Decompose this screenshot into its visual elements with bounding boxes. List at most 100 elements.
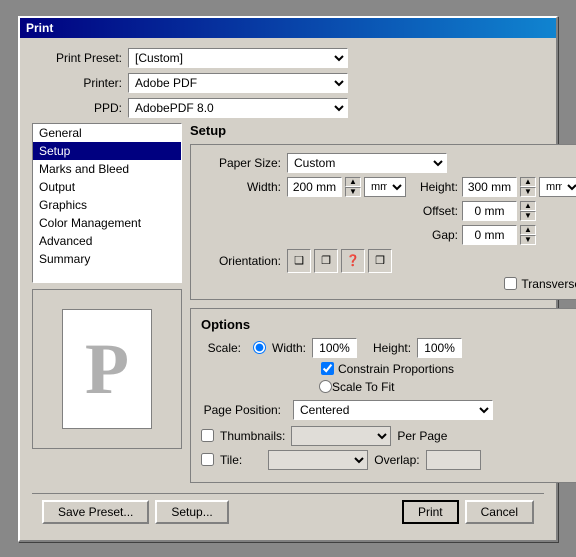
height-down-btn[interactable]: ▼ bbox=[520, 187, 536, 197]
offset-down-btn[interactable]: ▼ bbox=[520, 211, 536, 221]
scale-height-label: Height: bbox=[373, 341, 411, 355]
setup-section-title: Setup bbox=[190, 123, 576, 138]
ppd-label: PPD: bbox=[32, 101, 122, 115]
width-row: Width: ▲ ▼ mm bbox=[201, 177, 406, 197]
orientation-row: Orientation: ❑ ❐ ❓ ❒ bbox=[201, 249, 576, 273]
width-label: Width: bbox=[201, 180, 281, 194]
overlap-input[interactable] bbox=[426, 450, 481, 470]
nav-item-setup[interactable]: Setup bbox=[33, 142, 181, 160]
gap-label: Gap: bbox=[416, 228, 458, 242]
height-spin-group: ▲ ▼ mm bbox=[462, 177, 576, 197]
nav-item-graphics[interactable]: Graphics bbox=[33, 196, 181, 214]
setup-button[interactable]: Setup... bbox=[155, 500, 228, 524]
gap-row: Gap: ▲ ▼ bbox=[416, 225, 576, 245]
print-preset-select[interactable]: [Custom] bbox=[128, 48, 348, 68]
gap-up-btn[interactable]: ▲ bbox=[520, 225, 536, 235]
height-row: Height: ▲ ▼ mm bbox=[416, 177, 576, 197]
orientation-buttons: ❑ ❐ ❓ ❒ bbox=[287, 249, 392, 273]
print-button[interactable]: Print bbox=[402, 500, 459, 524]
tile-label: Tile: bbox=[220, 453, 242, 467]
orient-portrait-btn[interactable]: ❑ bbox=[287, 249, 311, 273]
tile-select[interactable] bbox=[268, 450, 368, 470]
overlap-label: Overlap: bbox=[374, 453, 419, 467]
width-radio[interactable] bbox=[253, 341, 266, 354]
options-box: Options Scale: Width: Height: Constrain … bbox=[190, 308, 576, 483]
constrain-label: Constrain Proportions bbox=[338, 362, 454, 376]
scale-width-input[interactable] bbox=[312, 338, 357, 358]
preset-row: Print Preset: [Custom] bbox=[32, 48, 544, 68]
orientation-label: Orientation: bbox=[201, 254, 281, 268]
orient-portrait-flip-btn[interactable]: ❓ bbox=[341, 249, 365, 273]
left-panel: General Setup Marks and Bleed Output Gra… bbox=[32, 123, 182, 483]
dialog-body: Print Preset: [Custom] Printer: Adobe PD… bbox=[20, 38, 556, 540]
preview-inner: P bbox=[62, 309, 152, 429]
scale-label: Scale: bbox=[201, 341, 241, 355]
gap-input[interactable] bbox=[462, 225, 517, 245]
scalefit-radio[interactable] bbox=[319, 380, 332, 393]
printer-select[interactable]: Adobe PDF bbox=[128, 73, 348, 93]
width-unit-select[interactable]: mm bbox=[364, 177, 406, 197]
printer-label: Printer: bbox=[32, 76, 122, 90]
offset-input[interactable] bbox=[462, 201, 517, 221]
width-up-btn[interactable]: ▲ bbox=[345, 177, 361, 187]
left-buttons: Save Preset... Setup... bbox=[42, 500, 229, 524]
left-dims: Width: ▲ ▼ mm bbox=[201, 177, 406, 245]
paper-size-row: Paper Size: Custom bbox=[201, 153, 576, 173]
cancel-button[interactable]: Cancel bbox=[465, 500, 534, 524]
height-label: Height: bbox=[416, 180, 458, 194]
constrain-checkbox[interactable] bbox=[321, 362, 334, 375]
ppd-row: PPD: AdobePDF 8.0 bbox=[32, 98, 544, 118]
width-spin-buttons: ▲ ▼ bbox=[345, 177, 361, 197]
nav-item-output[interactable]: Output bbox=[33, 178, 181, 196]
ppd-select[interactable]: AdobePDF 8.0 bbox=[128, 98, 348, 118]
save-preset-button[interactable]: Save Preset... bbox=[42, 500, 149, 524]
printer-row: Printer: Adobe PDF bbox=[32, 73, 544, 93]
thumbnails-select[interactable] bbox=[291, 426, 391, 446]
offset-spin-group: ▲ ▼ bbox=[462, 201, 536, 221]
setup-box: Paper Size: Custom Width: bbox=[190, 144, 576, 300]
offset-up-btn[interactable]: ▲ bbox=[520, 201, 536, 211]
button-bar: Save Preset... Setup... Print Cancel bbox=[32, 493, 544, 530]
options-title: Options bbox=[201, 317, 576, 332]
transverse-label: Transverse bbox=[521, 277, 576, 291]
height-spin-buttons: ▲ ▼ bbox=[520, 177, 536, 197]
height-up-btn[interactable]: ▲ bbox=[520, 177, 536, 187]
paper-size-select[interactable]: Custom bbox=[287, 153, 447, 173]
page-position-row: Page Position: Centered bbox=[201, 400, 576, 420]
scalefit-row: Scale To Fit bbox=[319, 380, 576, 394]
scale-height-input[interactable] bbox=[417, 338, 462, 358]
orient-landscape-flip-btn[interactable]: ❒ bbox=[368, 249, 392, 273]
dialog-title: Print bbox=[26, 21, 53, 35]
nav-item-advanced[interactable]: Advanced bbox=[33, 232, 181, 250]
right-dims: Height: ▲ ▼ mm bbox=[416, 177, 576, 245]
right-panel: Setup Paper Size: Custom Width: bbox=[190, 123, 576, 483]
width-spin-group: ▲ ▼ mm bbox=[287, 177, 406, 197]
nav-item-color-management[interactable]: Color Management bbox=[33, 214, 181, 232]
tile-row: Tile: Overlap: bbox=[201, 450, 576, 470]
print-dialog: Print Print Preset: [Custom] Printer: Ad… bbox=[18, 16, 558, 542]
scalefit-label: Scale To Fit bbox=[332, 380, 394, 394]
nav-item-general[interactable]: General bbox=[33, 124, 181, 142]
height-input[interactable] bbox=[462, 177, 517, 197]
nav-item-marks-bleed[interactable]: Marks and Bleed bbox=[33, 160, 181, 178]
height-unit-select[interactable]: mm bbox=[539, 177, 576, 197]
page-position-select[interactable]: Centered bbox=[293, 400, 493, 420]
gap-spin-group: ▲ ▼ bbox=[462, 225, 536, 245]
dimensions-row: Width: ▲ ▼ mm bbox=[201, 177, 576, 245]
width-input[interactable] bbox=[287, 177, 342, 197]
per-page-label: Per Page bbox=[397, 429, 447, 443]
preview-box: P bbox=[32, 289, 182, 449]
preview-p-letter: P bbox=[85, 333, 129, 405]
orient-landscape-btn[interactable]: ❐ bbox=[314, 249, 338, 273]
paper-size-label: Paper Size: bbox=[201, 156, 281, 170]
title-bar: Print bbox=[20, 18, 556, 38]
gap-down-btn[interactable]: ▼ bbox=[520, 235, 536, 245]
transverse-checkbox[interactable] bbox=[504, 277, 517, 290]
nav-item-summary[interactable]: Summary bbox=[33, 250, 181, 268]
thumbnails-checkbox[interactable] bbox=[201, 429, 214, 442]
thumbnails-label: Thumbnails: bbox=[220, 429, 285, 443]
tile-checkbox[interactable] bbox=[201, 453, 214, 466]
width-down-btn[interactable]: ▼ bbox=[345, 187, 361, 197]
scale-width-label: Width: bbox=[272, 341, 306, 355]
transverse-row: Transverse bbox=[201, 277, 576, 291]
